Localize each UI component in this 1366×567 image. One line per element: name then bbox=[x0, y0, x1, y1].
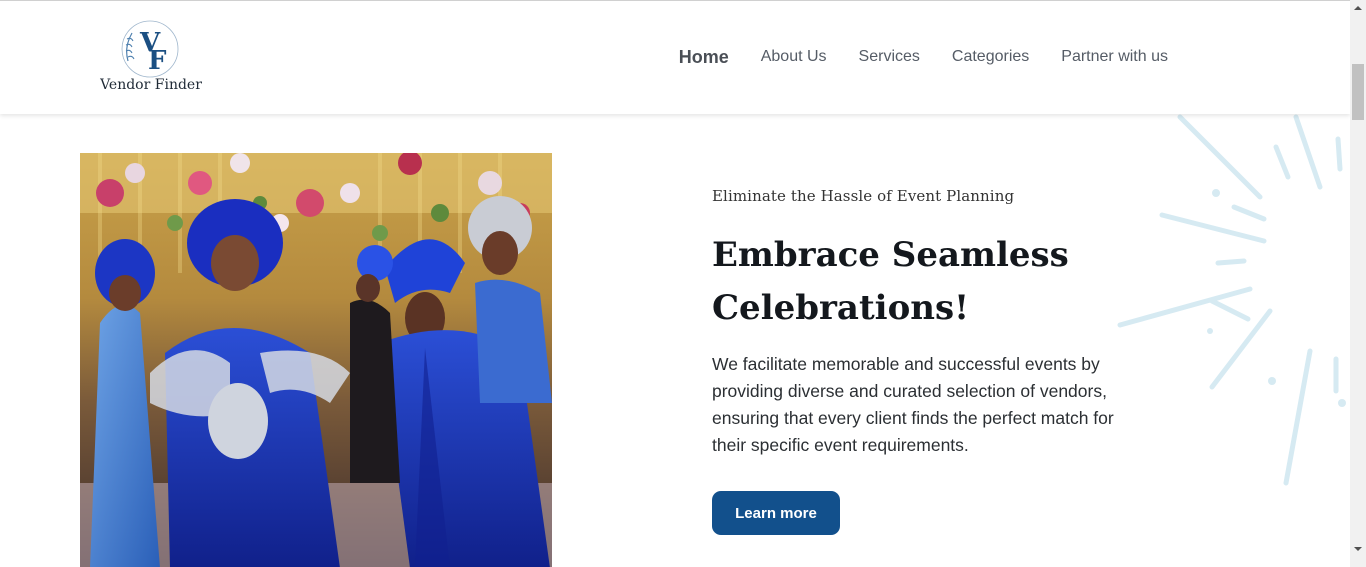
hero-eyebrow: Eliminate the Hassle of Event Planning bbox=[712, 187, 1015, 205]
hero-celebration-photo bbox=[80, 153, 552, 567]
scroll-down-arrow-icon[interactable] bbox=[1350, 541, 1366, 557]
learn-more-button[interactable]: Learn more bbox=[712, 491, 840, 535]
nav-home[interactable]: Home bbox=[679, 45, 729, 69]
scroll-up-arrow-icon[interactable] bbox=[1350, 0, 1366, 16]
vertical-scrollbar[interactable] bbox=[1350, 0, 1366, 567]
brand-logo[interactable]: V F Vendor Finder bbox=[100, 15, 202, 99]
vf-monogram-icon: V F bbox=[121, 20, 179, 78]
page: V F Vendor Finder Home About Us Services… bbox=[0, 0, 1350, 567]
scrollbar-thumb[interactable] bbox=[1352, 64, 1364, 120]
brand-name: Vendor Finder bbox=[100, 77, 202, 93]
decorative-burst-icon bbox=[1117, 114, 1346, 486]
site-header: V F Vendor Finder Home About Us Services… bbox=[0, 1, 1350, 114]
nav-categories[interactable]: Categories bbox=[952, 45, 1029, 69]
nav-services[interactable]: Services bbox=[859, 45, 920, 69]
hero-description: We facilitate memorable and successful e… bbox=[712, 354, 1114, 455]
nav-partner-with-us[interactable]: Partner with us bbox=[1061, 45, 1168, 69]
svg-text:F: F bbox=[148, 46, 167, 76]
celebration-photo-icon bbox=[80, 153, 552, 567]
main-nav: Home About Us Services Categories Partne… bbox=[647, 45, 1168, 69]
nav-about-us[interactable]: About Us bbox=[761, 45, 827, 69]
hero-headline: Embrace Seamless Celebrations! bbox=[712, 235, 1069, 328]
